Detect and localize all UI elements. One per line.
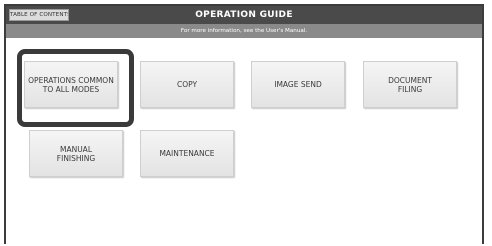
- manual-finishing-button[interactable]: MANUAL FINISHING: [29, 130, 123, 177]
- copy-button[interactable]: COPY: [140, 61, 234, 108]
- maintenance-button[interactable]: MAINTENANCE: [140, 130, 234, 177]
- info-banner: For more information, see the User's Man…: [6, 24, 482, 38]
- document-filing-button[interactable]: DOCUMENT FILING: [363, 61, 457, 108]
- page-title: OPERATION GUIDE: [195, 10, 293, 20]
- image-send-button[interactable]: IMAGE SEND: [251, 61, 345, 108]
- operation-guide-window: OPERATION GUIDE TABLE OF CONTENTS For mo…: [4, 4, 484, 244]
- selection-highlight: [17, 49, 134, 127]
- title-bar: OPERATION GUIDE TABLE OF CONTENTS: [6, 6, 482, 24]
- table-of-contents-button[interactable]: TABLE OF CONTENTS: [9, 9, 69, 21]
